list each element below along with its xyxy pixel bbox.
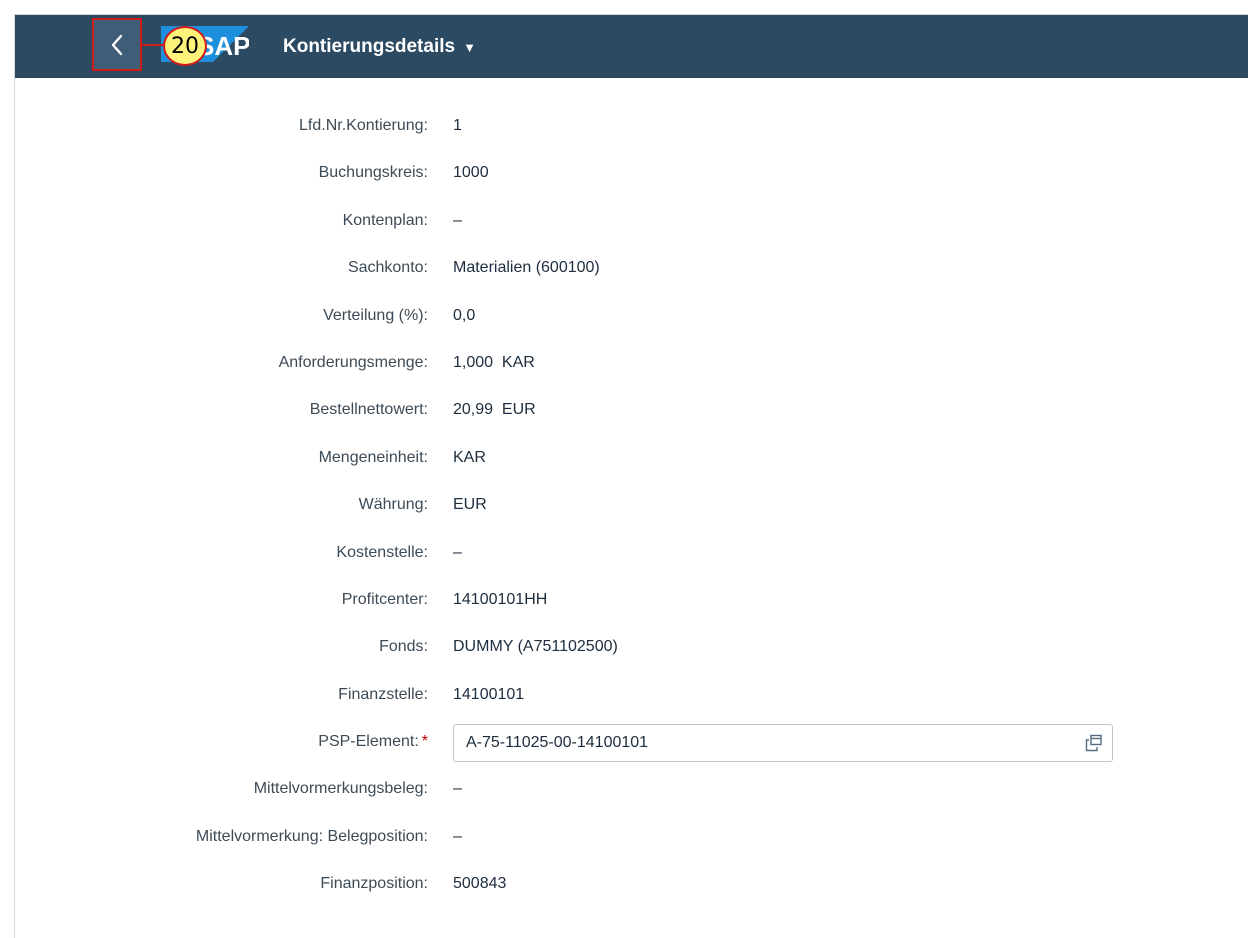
step-connector-line [142, 44, 164, 46]
field-row-finanzposition: Finanzposition: 500843 [15, 867, 1248, 914]
field-label: Anforderungsmenge: [278, 353, 428, 371]
field-row-verteilung: Verteilung (%): 0,0 [15, 299, 1248, 346]
field-label: Kontenplan: [342, 211, 428, 229]
field-label: Kostenstelle: [336, 543, 428, 561]
caret-down-icon: ▼ [463, 40, 476, 55]
field-label: Finanzstelle: [338, 685, 428, 703]
field-value: Materialien (600100) [453, 259, 600, 277]
psp-element-field[interactable] [453, 724, 1113, 763]
field-row-finanzstelle: Finanzstelle: 14100101 [15, 678, 1248, 725]
page-title: Kontierungsdetails [283, 35, 456, 57]
field-label: Mengeneinheit: [318, 448, 428, 466]
field-row-belegposition: Mittelvormerkung: Belegposition: – [15, 820, 1248, 867]
field-label: Lfd.Nr.Kontierung: [299, 117, 428, 134]
app-frame: SAP 20 Kontierungsdetails ▼ Lfd.Nr.Konti… [14, 14, 1248, 938]
field-value: 20,99 EUR [453, 401, 536, 419]
field-row-lfd-nr: Lfd.Nr.Kontierung: 1 [15, 109, 1248, 156]
shell-bar: SAP 20 Kontierungsdetails ▼ [15, 15, 1248, 78]
field-value: 1,000 KAR [453, 353, 535, 371]
account-assignment-form: Lfd.Nr.Kontierung: 1 Buchungskreis: 1000… [15, 109, 1248, 915]
chevron-left-icon [111, 34, 123, 55]
field-row-profitcenter: Profitcenter: 14100101HH [15, 583, 1248, 630]
field-row-bestellnettowert: Bestellnettowert: 20,99 EUR [15, 393, 1248, 440]
psp-element-input[interactable] [454, 724, 1076, 763]
field-label: Profitcenter: [341, 590, 428, 608]
field-label: Verteilung (%): [323, 306, 428, 324]
field-value: 14100101 [453, 685, 525, 703]
field-value: – [453, 827, 462, 845]
field-value: – [453, 543, 462, 561]
field-value: DUMMY (A751102500) [453, 638, 618, 656]
required-marker: * [421, 733, 428, 751]
app-title-menu[interactable]: Kontierungsdetails ▼ [283, 15, 476, 78]
field-label: Mittelvormerkungsbeleg: [253, 780, 428, 798]
field-label: Finanzposition: [320, 875, 428, 893]
field-label-text: PSP-Element: [318, 733, 419, 751]
field-row-kostenstelle: Kostenstelle: – [15, 536, 1248, 583]
field-label: Sachkonto: [347, 259, 428, 277]
field-row-waehrung: Währung: EUR [15, 488, 1248, 535]
field-value: 14100101HH [453, 590, 548, 608]
back-button[interactable] [92, 18, 142, 71]
field-value: 1000 [453, 164, 489, 182]
field-row-buchungskreis: Buchungskreis: 1000 [15, 156, 1248, 203]
field-label: Buchungskreis: [318, 164, 428, 182]
field-row-psp-element: PSP-Element: * [15, 724, 1248, 772]
step-badge: 20 [163, 26, 207, 66]
field-value: – [453, 780, 462, 798]
field-row-mengeneinheit: Mengeneinheit: KAR [15, 441, 1248, 488]
field-label: Mittelvormerkung: Belegposition: [195, 827, 428, 845]
field-label: Währung: [358, 496, 428, 514]
field-value: – [453, 211, 462, 229]
field-value: KAR [453, 448, 486, 466]
value-help-icon[interactable] [1076, 725, 1112, 761]
field-value: 1 [453, 117, 462, 134]
field-row-anforderungsmenge: Anforderungsmenge: 1,000 KAR [15, 346, 1248, 393]
field-row-fonds: Fonds: DUMMY (A751102500) [15, 630, 1248, 677]
field-value: 0,0 [453, 306, 476, 324]
field-label: Bestellnettowert: [309, 401, 428, 419]
field-label: Fonds: [379, 638, 428, 656]
field-row-kontenplan: Kontenplan: – [15, 204, 1248, 251]
field-value: 500843 [453, 875, 507, 893]
field-row-sachkonto: Sachkonto: Materialien (600100) [15, 251, 1248, 298]
field-label-psp-element: PSP-Element: * [318, 733, 428, 751]
field-value: EUR [453, 496, 487, 514]
field-row-mittelvormerkungsbeleg: Mittelvormerkungsbeleg: – [15, 772, 1248, 819]
